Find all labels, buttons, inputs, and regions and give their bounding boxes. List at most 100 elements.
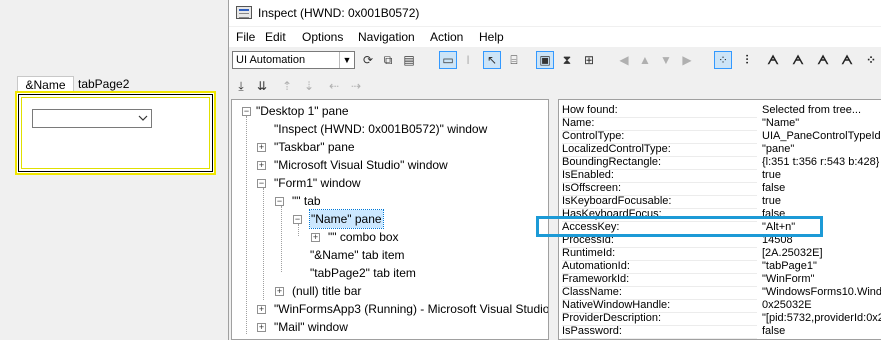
nav-sibling-icon[interactable]: ⁘ — [863, 52, 879, 68]
property-row[interactable]: How found: Selected from tree... — [559, 104, 881, 118]
property-row[interactable]: ProcessId: 14508 — [559, 234, 881, 248]
chevron-down-icon[interactable]: ▼ — [339, 52, 354, 68]
inspect-window: Inspect (HWND: 0x001B0572) File Edit Opt… — [228, 0, 881, 340]
refresh-icon[interactable]: ⟳ — [360, 52, 376, 68]
property-value: true — [762, 169, 781, 181]
expand-icon[interactable]: + — [257, 161, 266, 170]
property-key: AccessKey: — [562, 221, 757, 235]
property-key: How found: — [562, 104, 757, 118]
watch-focus-icon[interactable]: ▭ — [439, 51, 457, 69]
mode-select[interactable]: UI Automation ▼ — [232, 51, 355, 69]
menu-file[interactable]: File — [236, 30, 255, 44]
property-row[interactable]: IsEnabled: true — [559, 169, 881, 183]
nav-back-icon[interactable]: ◀ — [616, 52, 632, 68]
collapse-icon[interactable]: − — [293, 215, 302, 224]
property-value: [2A.25032E] — [762, 247, 823, 259]
property-key: ProviderDescription: — [562, 312, 757, 326]
nav-forward-icon[interactable]: ▶ — [679, 52, 695, 68]
property-row[interactable]: Name: "Name" — [559, 117, 881, 131]
collapse-icon[interactable]: − — [257, 179, 266, 188]
expand-icon[interactable]: + — [257, 323, 266, 332]
property-key: ProcessId: — [562, 234, 757, 248]
nav-last-child-icon[interactable]: ᗅ — [839, 52, 855, 68]
menu-edit[interactable]: Edit — [265, 30, 286, 44]
property-row[interactable]: ControlType: UIA_PaneControlTypeId — [559, 130, 881, 144]
collapse-icon[interactable]: ⤓ — [233, 78, 249, 94]
screenshot-icon[interactable]: ⊞ — [581, 52, 597, 68]
watch-caret-icon[interactable]: I — [460, 52, 476, 68]
property-value: false — [762, 208, 786, 220]
element-tree: − "Desktop 1" pane "Inspect (HWND: 0x001… — [231, 99, 549, 340]
window-title: Inspect (HWND: 0x001B0572) — [258, 6, 420, 20]
property-row[interactable]: IsOffscreen: false — [559, 182, 881, 196]
move-left-icon[interactable]: ⇠ — [326, 78, 342, 94]
highlight-icon[interactable]: ▣ — [536, 51, 554, 69]
expand-icon[interactable]: ⇊ — [254, 78, 270, 94]
property-row[interactable]: HasKeyboardFocus: false — [559, 208, 881, 222]
move-right-icon[interactable]: ⇢ — [348, 78, 364, 94]
property-value: 14508 — [762, 234, 793, 246]
property-row[interactable]: RuntimeId: [2A.25032E] — [559, 247, 881, 261]
tab-name[interactable]: &Name — [17, 76, 74, 92]
pane-splitter[interactable] — [549, 99, 557, 340]
nav-next-icon[interactable]: ᗅ — [790, 52, 806, 68]
property-value: "WindowsForms10.Window.8.app.0.2bf8098_r… — [762, 286, 881, 298]
property-key: BoundingRectangle: — [562, 156, 757, 170]
nav-first-child-icon[interactable]: ᗅ — [765, 52, 781, 68]
expand-icon[interactable]: + — [275, 287, 284, 296]
menu-bar: File Edit Options Navigation Action Help — [229, 27, 881, 47]
property-value: "WinForm" — [762, 273, 815, 285]
property-value: "pane" — [762, 143, 795, 155]
property-value: Selected from tree... — [762, 104, 862, 116]
copy-icon[interactable]: ⧉ — [380, 52, 396, 68]
watch-tooltip-icon[interactable]: ⌸ — [506, 52, 522, 68]
property-row[interactable]: AccessKey: "Alt+n" — [559, 221, 881, 235]
property-row[interactable]: IsPassword: false — [559, 325, 881, 339]
expand-icon[interactable]: + — [257, 143, 266, 152]
nav-down-icon[interactable]: ▼ — [658, 52, 674, 68]
nav-parent-icon[interactable]: ⫶ — [739, 52, 755, 68]
property-key: ControlType: — [562, 130, 757, 144]
property-value: "Alt+n" — [762, 221, 796, 233]
property-row[interactable]: NativeWindowHandle: 0x25032E — [559, 299, 881, 313]
app-icon — [236, 6, 252, 19]
settings-icon[interactable]: ▤ — [401, 52, 417, 68]
selected-node-label: "Name" pane — [309, 209, 384, 229]
menu-options[interactable]: Options — [302, 30, 343, 44]
name-pane — [21, 97, 210, 169]
property-value: "[pid:5732,providerId:0x25032E Main:Nest… — [762, 312, 881, 324]
property-row[interactable]: AutomationId: "tabPage1" — [559, 260, 881, 274]
title-bar: Inspect (HWND: 0x001B0572) — [229, 0, 881, 26]
menu-navigation[interactable]: Navigation — [358, 30, 415, 44]
collapse-icon[interactable]: − — [275, 197, 284, 206]
show-hidden-icon[interactable]: ⧗ — [559, 52, 575, 68]
property-key: Name: — [562, 117, 757, 131]
tab-page2[interactable]: tabPage2 — [74, 76, 130, 92]
nav-prev-icon[interactable]: ᗅ — [815, 52, 831, 68]
property-key: NativeWindowHandle: — [562, 299, 757, 313]
combo-box[interactable] — [32, 109, 152, 128]
move-up-icon[interactable]: ⇡ — [279, 78, 295, 94]
nav-up-icon[interactable]: ▲ — [637, 52, 653, 68]
watch-cursor-icon[interactable]: ↖ — [483, 51, 501, 69]
property-key: IsEnabled: — [562, 169, 757, 183]
property-value: UIA_PaneControlTypeId — [762, 130, 881, 142]
property-key: IsKeyboardFocusable: — [562, 195, 757, 209]
property-row[interactable]: FrameworkId: "WinForm" — [559, 273, 881, 287]
property-row[interactable]: ProviderDescription: "[pid:5732,providerI… — [559, 312, 881, 326]
menu-action[interactable]: Action — [430, 30, 463, 44]
chevron-down-icon[interactable] — [138, 111, 148, 128]
collapse-icon[interactable]: − — [242, 107, 251, 116]
property-value: {l:351 t:356 r:543 b:428} — [762, 156, 880, 168]
expand-icon[interactable]: + — [257, 305, 266, 314]
property-row[interactable]: ClassName: "WindowsForms10.Window.8.app.0… — [559, 286, 881, 300]
expand-icon[interactable]: + — [311, 233, 320, 242]
property-value: "tabPage1" — [762, 260, 817, 272]
menu-help[interactable]: Help — [479, 30, 504, 44]
property-key: IsPassword: — [562, 325, 757, 339]
property-row[interactable]: BoundingRectangle: {l:351 t:356 r:543 b:4… — [559, 156, 881, 170]
property-row[interactable]: IsKeyboardFocusable: true — [559, 195, 881, 209]
tree-view-icon[interactable]: ⁘ — [714, 51, 732, 69]
property-row[interactable]: LocalizedControlType: "pane" — [559, 143, 881, 157]
move-down-icon[interactable]: ⇣ — [301, 78, 317, 94]
